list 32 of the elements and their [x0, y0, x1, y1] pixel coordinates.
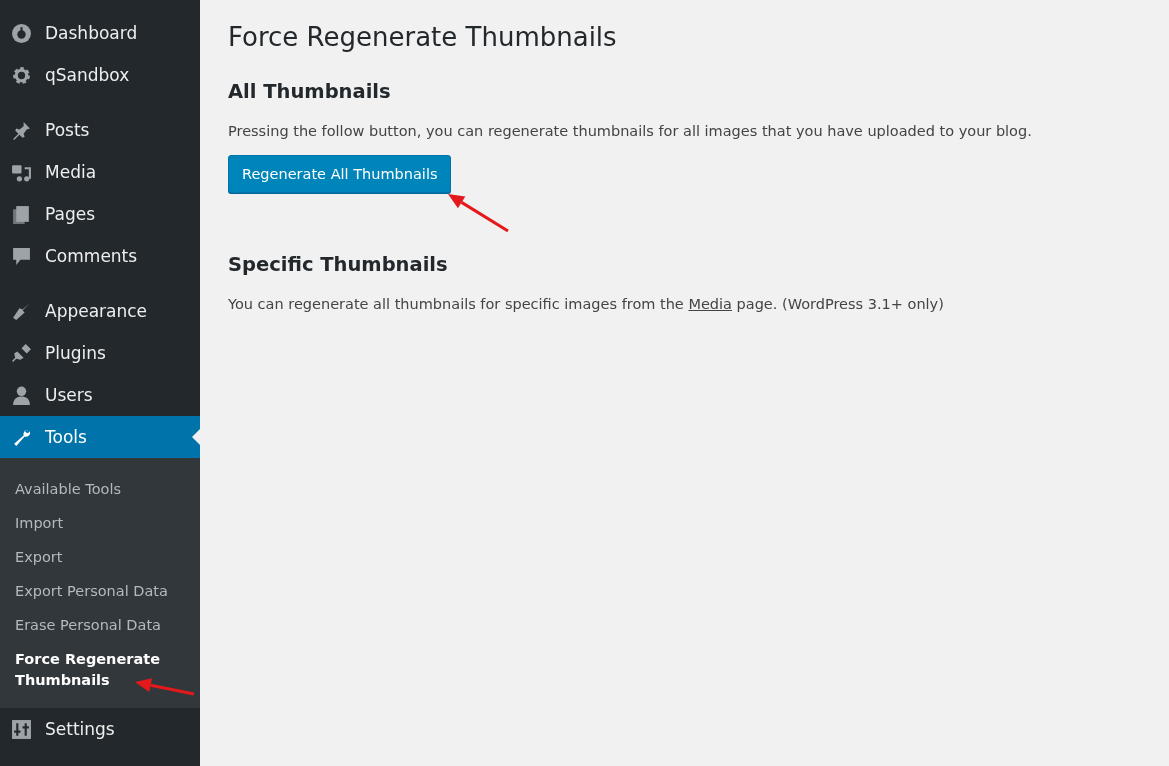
menu-item[interactable]: Tools — [0, 416, 200, 458]
menu-item[interactable]: Media — [0, 151, 200, 193]
submenu-item[interactable]: Export — [0, 541, 200, 575]
menu-item[interactable]: Plugins — [0, 332, 200, 374]
menu-item[interactable]: Dashboard — [0, 12, 200, 54]
annotation-arrow — [448, 194, 509, 233]
description-text: You can regenerate all thumbnails for specific images from the Media page. (WordPress 3.1+ only) — [228, 296, 945, 312]
menu-item[interactable]: Pages — [0, 193, 200, 235]
section-heading: Specific Thumbnails — [228, 253, 449, 276]
submenu-item[interactable]: Available Tools — [0, 473, 200, 507]
pages-icon — [11, 203, 32, 225]
user-icon — [11, 384, 32, 406]
menu-item[interactable]: Settings — [0, 708, 200, 750]
section-heading: All Thumbnails — [228, 80, 392, 103]
menu-item[interactable]: Posts — [0, 109, 200, 151]
plug-icon — [11, 342, 32, 364]
submenu-item[interactable]: Force Regenerate Thumbnails — [0, 643, 200, 698]
menu-item[interactable]: qSandbox — [0, 54, 200, 96]
submenu-item[interactable]: Erase Personal Data — [0, 609, 200, 643]
page-title: Force Regenerate Thumbnails — [228, 22, 618, 52]
media-link[interactable]: Media — [688, 296, 732, 312]
submenu-item[interactable]: Export Personal Data — [0, 575, 200, 609]
submenu-item[interactable]: Import — [0, 507, 200, 541]
gear-icon — [11, 64, 32, 86]
comment-icon — [11, 245, 32, 267]
description-text: Pressing the follow button, you can regenerate thumbnails for all images that you have uploaded to your blog. — [228, 123, 1033, 139]
regenerate-button[interactable]: Regenerate All Thumbnails — [228, 155, 452, 193]
menu-item[interactable]: Users — [0, 374, 200, 416]
sliders-icon — [11, 718, 32, 740]
annotation-arrow — [135, 678, 195, 696]
menu-item[interactable]: Comments — [0, 235, 200, 277]
menu-item[interactable]: Appearance — [0, 290, 200, 332]
